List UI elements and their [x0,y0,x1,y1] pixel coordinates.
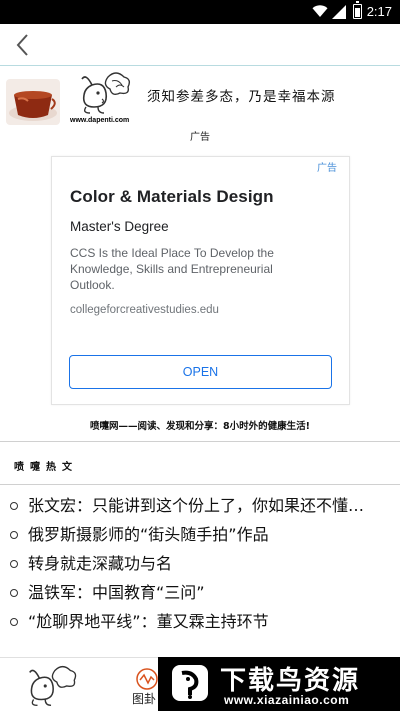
bullet-icon [10,560,18,568]
article-title[interactable]: 张文宏：只能讲到这个份上了，你如果还不懂… [28,496,364,515]
ad-description: CCS Is the Ideal Place To Develop the Kn… [70,246,274,292]
article-title[interactable]: 转身就走深藏功与名 [28,554,172,573]
ad-card[interactable]: 广告 Color & Materials Design Master's Deg… [51,156,350,405]
watermark-banner: 下载鸟资源 www.xiazainiao.com [158,657,400,711]
top-nav [0,24,400,66]
ad-badge: 广告 [317,163,337,174]
divider [0,441,400,442]
bunny-logo [72,71,134,121]
bullet-icon [10,531,18,539]
divider [0,484,400,485]
bullet-icon [10,502,18,510]
article-item[interactable]: 转身就走深藏功与名 [10,554,395,574]
tab-home[interactable] [22,662,82,708]
teacup-image [6,79,60,125]
wave-icon [136,668,158,690]
site-slogan: 须知参差多态，乃是幸福本源 [147,89,336,105]
site-header: www.dapenti.com 须知参差多态，乃是幸福本源 [0,67,400,137]
section-title: 喷嚏热文 [14,462,78,473]
watermark-title: 下载鸟资源 [220,666,361,696]
ad-title[interactable]: Color & Materials Design [70,187,274,207]
chevron-left-icon [16,34,28,56]
battery-icon [353,1,362,19]
article-title[interactable]: 俄罗斯摄影师的“街头随手拍”作品 [28,525,269,544]
article-title[interactable]: 温铁军：中国教育“三问” [28,583,205,602]
article-item[interactable]: “尬聊界地平线”：董又霖主持环节 [10,612,395,632]
back-button[interactable] [8,28,40,62]
bullet-icon [10,618,18,626]
article-item[interactable]: 俄罗斯摄影师的“街头随手拍”作品 [10,525,395,545]
ad-subtitle: Master's Degree [70,219,169,234]
ad-url[interactable]: collegeforcreativestudies.edu [70,304,219,316]
article-item[interactable]: 温铁军：中国教育“三问” [10,583,395,603]
article-list: 张文宏：只能讲到这个份上了，你如果还不懂… 俄罗斯摄影师的“街头随手拍”作品 转… [10,496,395,641]
article-title[interactable]: “尬聊界地平线”：董又霖主持环节 [28,612,269,631]
status-time: 2:17 [366,4,392,19]
status-bar: 2:17 [0,0,400,24]
site-url: www.dapenti.com [70,117,130,124]
site-tagline: 喷嚏网——阅读、发现和分享：8小时外的健康生活! [90,421,310,432]
wifi-icon [312,5,328,17]
ad-open-button[interactable]: OPEN [69,355,332,389]
download-bird-logo-icon [172,665,208,701]
signal-icon [332,5,346,19]
bullet-icon [10,589,18,597]
ad-caption: 广告 [190,132,210,143]
watermark-url: www.xiazainiao.com [224,693,350,707]
tab-graph-label: 图卦 [132,692,157,706]
article-item[interactable]: 张文宏：只能讲到这个份上了，你如果还不懂… [10,496,395,516]
bunny-home-icon [29,665,77,706]
